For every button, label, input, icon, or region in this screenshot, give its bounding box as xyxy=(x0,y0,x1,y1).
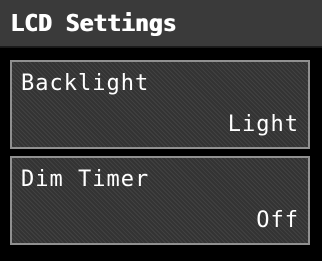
menu-item-dim-timer[interactable]: Dim Timer Off xyxy=(10,156,310,245)
menu-item-backlight[interactable]: Backlight Light xyxy=(10,60,310,149)
menu-item-label: Backlight xyxy=(21,71,150,96)
page-title: LCD Settings xyxy=(10,11,177,37)
lcd-screen: LCD Settings Backlight Light Dim Timer O… xyxy=(0,0,322,261)
title-bar: LCD Settings xyxy=(0,0,322,48)
menu-item-label: Dim Timer xyxy=(21,167,150,192)
menu-item-value: Off xyxy=(256,208,299,233)
menu-item-value: Light xyxy=(227,112,299,137)
